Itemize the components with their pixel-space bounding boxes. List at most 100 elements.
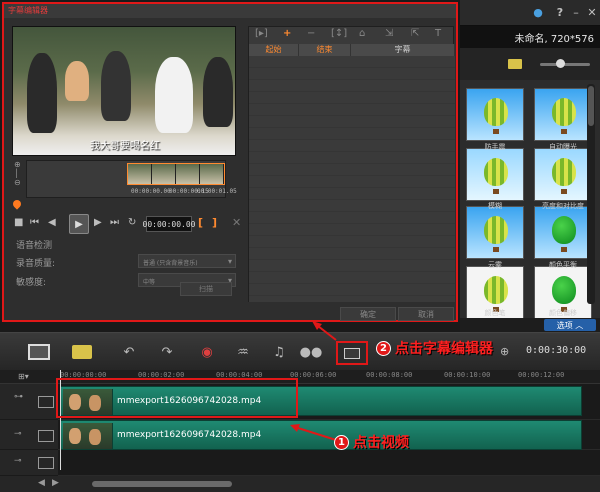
filmstrip-timecode: 00:00:01.05 [197, 188, 237, 195]
col-end[interactable]: 结束 [299, 44, 351, 56]
filter-label: 颜色笔 [484, 309, 506, 317]
filter-thumb-2[interactable] [466, 148, 524, 201]
play-button[interactable]: ▶ [69, 214, 89, 234]
annotation-step-1: 1 点击视频 [334, 432, 409, 452]
minimize-icon[interactable]: – [568, 4, 584, 20]
subtitle-editor-dialog: 字幕编辑器 我大哥要喝名红 ⊕ │ ⊖ 00:00:00.00 00:00:00.1… [2, 2, 458, 322]
storyboard-view-icon[interactable] [28, 344, 50, 360]
project-info-bar: 未命名, 720*576 [460, 26, 600, 48]
filter-thumb-0[interactable] [466, 88, 524, 141]
project-duration: 0:00:30:00 [526, 345, 587, 356]
video-track-icon[interactable] [38, 396, 54, 408]
next-frame-icon[interactable]: ▶ [94, 217, 102, 228]
sensitivity-label: 敏感度: [16, 278, 47, 288]
library-scrollbar[interactable] [587, 84, 595, 304]
link-icon[interactable]: ⊶ [14, 392, 23, 402]
subtitle-icon[interactable] [508, 59, 522, 69]
filter-label: 自动曝光 [549, 143, 577, 151]
merge-icon[interactable]: [↕] [331, 28, 347, 39]
filmstrip[interactable]: 00:00:00.00 00:00:00.15 00:00:01.05 [26, 160, 237, 198]
library-toolbar [460, 48, 600, 80]
clip-thumbnail [63, 423, 113, 449]
filter-library: 防手震 自动曝光 模糊 亮度和对比度 云雾 颜色平衡 颜色笔 颜色偏移 [460, 80, 600, 319]
filmstrip-frames[interactable] [127, 163, 225, 185]
ruler-tick: 00:00:12:00 [518, 371, 565, 379]
scroll-right-icon[interactable]: ▶ [52, 478, 59, 488]
video-clip[interactable]: mmexport1626096742028.mp4 [60, 420, 582, 450]
timeline-scrollbar[interactable]: ◀ ▶ [0, 476, 600, 492]
filter-thumb-3[interactable] [534, 148, 592, 201]
thumbnail-size-slider[interactable] [540, 59, 590, 68]
dialog-title-bar: 字幕编辑器 [4, 4, 456, 18]
mark-out-icon[interactable]: ] [212, 216, 217, 229]
auto-music-icon[interactable]: ♫ [268, 343, 290, 361]
annotation-clip-highlight [56, 378, 298, 418]
filter-thumb-4[interactable] [466, 206, 524, 259]
quality-select[interactable]: 普通 (只含背景音乐) [138, 254, 236, 268]
subtitle-list[interactable] [249, 56, 455, 302]
options-bar: 选项 ︿ [460, 318, 600, 332]
timeline-toolbar: ↶ ↷ ◉ ♒ ♫ ●● ⊕ 0:00:30:00 [0, 332, 600, 370]
import-icon[interactable]: [▸] [255, 28, 268, 39]
scan-button[interactable]: 扫描 [180, 282, 232, 296]
cancel-button[interactable]: 取消 [398, 307, 454, 321]
col-subtitle[interactable]: 字幕 [351, 44, 455, 56]
repeat-icon[interactable]: ↻ [128, 217, 136, 228]
filter-label: 防手震 [484, 143, 506, 151]
filter-label: 颜色平衡 [549, 261, 577, 269]
ruler-tick: 00:00:10:00 [444, 371, 491, 379]
position-marker-icon[interactable] [11, 198, 23, 210]
filmstrip-timecode: 00:00:00.00 [131, 188, 171, 195]
clip-name: mmexport1626096742028.mp4 [117, 430, 262, 440]
ruler-tick: 00:00:08:00 [366, 371, 413, 379]
close-icon[interactable]: ✕ [584, 4, 600, 20]
export-file-icon[interactable]: ⇱ [411, 28, 419, 39]
voice-detection-heading: 语音检测 [16, 241, 53, 251]
dialog-title: 字幕编辑器 [8, 6, 48, 15]
video-preview: 我大哥要喝名红 [12, 26, 236, 156]
zoom-icon[interactable]: ⊕ [500, 345, 509, 358]
subtitle-editor-button[interactable] [336, 341, 368, 365]
help-icon[interactable]: ? [552, 4, 568, 20]
title-track-lane[interactable] [58, 450, 600, 476]
col-start[interactable]: 起始 [249, 44, 299, 56]
filter-thumb-5[interactable] [534, 206, 592, 259]
transport-controls: ■ ⏮ ◀ ▶ ▶ ⏭ ↻ 00:00:00.00 [ ] ✕ [12, 214, 242, 234]
split-icon[interactable]: ⌂ [359, 28, 365, 39]
motion-track-icon[interactable]: ●● [300, 343, 323, 361]
redo-icon[interactable]: ↷ [156, 343, 178, 361]
filter-label: 亮度和对比度 [542, 202, 584, 210]
ok-button[interactable]: 确定 [340, 307, 396, 321]
globe-icon[interactable]: ● [530, 4, 546, 20]
current-timecode[interactable]: 00:00:00.00 [143, 216, 196, 232]
filter-thumb-1[interactable] [534, 88, 592, 141]
audio-mixer-icon[interactable]: ♒ [232, 343, 254, 361]
timeline-view-icon[interactable] [72, 345, 92, 359]
prev-frame-icon[interactable]: ◀ [48, 217, 56, 228]
import-file-icon[interactable]: ⇲ [385, 28, 393, 39]
overlay-track-icon[interactable] [38, 430, 54, 442]
remove-subtitle-icon[interactable]: − [307, 28, 315, 39]
options-button[interactable]: 选项 ︿ [544, 319, 596, 331]
lock-icon[interactable]: ⊸ [14, 456, 22, 466]
go-start-icon[interactable]: ⏮ [30, 217, 39, 228]
stop-icon[interactable]: ■ [14, 217, 23, 228]
lock-icon[interactable]: ⊸ [14, 429, 22, 439]
subtitle-editor-icon [344, 347, 360, 359]
mark-in-icon[interactable]: [ [198, 216, 203, 229]
add-subtitle-icon[interactable]: + [283, 28, 291, 39]
title-track-icon[interactable] [38, 457, 54, 469]
undo-icon[interactable]: ↶ [118, 343, 140, 361]
annotation-text: 点击视频 [353, 435, 409, 451]
record-icon[interactable]: ◉ [196, 343, 218, 361]
window-top-bar: ● ? – ✕ [460, 0, 600, 26]
go-end-icon[interactable]: ⏭ [110, 217, 119, 228]
subtitle-list-header: 起始 结束 字幕 [249, 44, 455, 56]
scroll-left-icon[interactable]: ◀ [38, 478, 45, 488]
scroll-thumb[interactable] [92, 481, 232, 487]
text-options-icon[interactable]: T [435, 28, 441, 39]
zoom-control[interactable]: ⊕ │ ⊖ [14, 160, 24, 200]
annotation-number: 1 [334, 434, 349, 450]
track-manager-icon[interactable]: ⊞▾ [18, 372, 40, 382]
clear-marks-icon[interactable]: ✕ [232, 216, 241, 229]
